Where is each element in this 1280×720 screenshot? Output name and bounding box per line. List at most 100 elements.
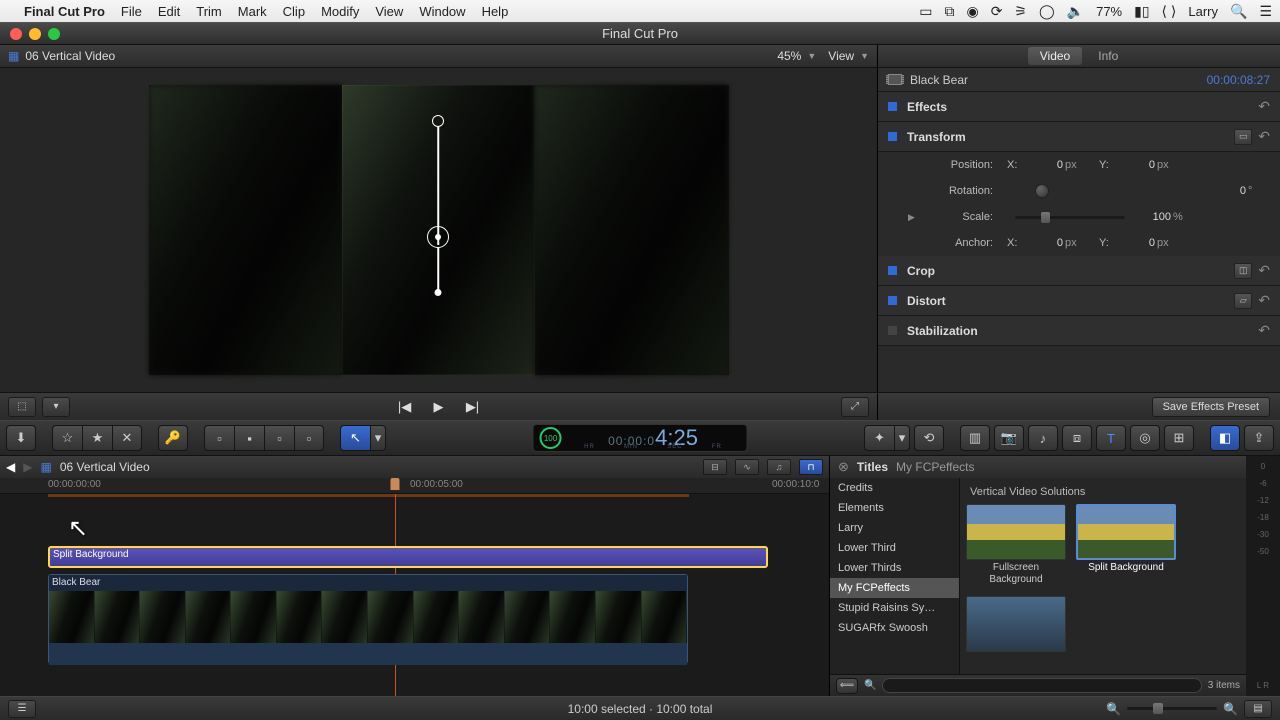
- bottom-handle-icon[interactable]: [435, 289, 442, 296]
- clip-appearance-button[interactable]: ▤: [1244, 700, 1272, 718]
- photos-browser-button[interactable]: 📷: [994, 425, 1024, 451]
- transform-onscreen-button[interactable]: ▭: [1234, 129, 1252, 145]
- menu-help[interactable]: Help: [482, 4, 509, 19]
- play-button[interactable]: ▶: [424, 396, 454, 418]
- insert-button[interactable]: ▪: [234, 425, 264, 451]
- user-name[interactable]: Larry: [1188, 4, 1218, 19]
- position-y-value[interactable]: 0: [1117, 159, 1155, 171]
- timecode-display[interactable]: 100 00:00:04:25 HR MIN SEC FR: [533, 424, 748, 452]
- menu-modify[interactable]: Modify: [321, 4, 359, 19]
- keyword-button[interactable]: 🔑: [158, 425, 188, 451]
- minimize-window-button[interactable]: [29, 28, 41, 40]
- generators-browser-button[interactable]: ◎: [1130, 425, 1160, 451]
- distort-enabled-icon[interactable]: [888, 296, 897, 305]
- timeline-body[interactable]: ↖ Split Background Black Bear: [0, 494, 829, 696]
- view-menu-label[interactable]: View: [828, 49, 854, 63]
- reset-icon[interactable]: ↶: [1258, 262, 1270, 279]
- disclosure-icon[interactable]: ▶: [908, 212, 918, 223]
- timeline-ruler[interactable]: 00:00:00:00 00:00:05:00 00:00:10:0: [0, 478, 829, 494]
- skimming-button[interactable]: ⊟: [703, 459, 727, 475]
- zoom-out-icon[interactable]: 🔍: [1106, 702, 1121, 716]
- zoom-window-button[interactable]: [48, 28, 60, 40]
- sidebar-item-credits[interactable]: Credits: [830, 478, 959, 498]
- close-window-button[interactable]: [10, 28, 22, 40]
- section-distort[interactable]: Distort ▱ ↶: [878, 286, 1280, 316]
- transform-caret-button[interactable]: ▾: [42, 397, 70, 417]
- distort-onscreen-button[interactable]: ▱: [1234, 293, 1252, 309]
- stabilization-enabled-icon[interactable]: [888, 326, 897, 335]
- rotation-dial[interactable]: [1035, 184, 1049, 198]
- thumb-extra[interactable]: [966, 596, 1066, 652]
- crop-enabled-icon[interactable]: [888, 266, 897, 275]
- reset-icon[interactable]: ↶: [1258, 322, 1270, 339]
- titles-browser-button[interactable]: T: [1096, 425, 1126, 451]
- thumb-fullscreen-background[interactable]: Fullscreen Background: [966, 504, 1066, 586]
- sidebar-item-my-fcpeffects[interactable]: My FCPeffects: [830, 578, 959, 598]
- sidebar-item-lower-thirds[interactable]: Lower Thirds: [830, 558, 959, 578]
- menu-icon[interactable]: ☰: [1259, 3, 1272, 20]
- anchor-y-value[interactable]: 0: [1117, 237, 1155, 249]
- anchor-x-value[interactable]: 0: [1025, 237, 1063, 249]
- evernote-icon[interactable]: ◉: [966, 3, 978, 20]
- fullscreen-button[interactable]: ⤢: [841, 397, 869, 417]
- nav-icon[interactable]: ⟨ ⟩: [1162, 3, 1177, 20]
- section-effects[interactable]: Effects ↶: [878, 92, 1280, 122]
- import-button[interactable]: ⬇: [6, 425, 36, 451]
- save-effects-preset-button[interactable]: Save Effects Preset: [1152, 397, 1270, 417]
- append-button[interactable]: ▫: [264, 425, 294, 451]
- menu-file[interactable]: File: [121, 4, 142, 19]
- viewer-canvas[interactable]: [0, 68, 877, 392]
- menu-view[interactable]: View: [375, 4, 403, 19]
- fav-off-button[interactable]: ☆: [52, 425, 82, 451]
- rotation-value[interactable]: 0: [1208, 185, 1246, 197]
- enhance-caret-button[interactable]: ▾: [894, 425, 910, 451]
- effects-enabled-icon[interactable]: [888, 102, 897, 111]
- reset-icon[interactable]: ↶: [1258, 292, 1270, 309]
- reject-button[interactable]: ✕: [112, 425, 142, 451]
- screen-icon[interactable]: ▭: [919, 3, 932, 20]
- browser-search-input[interactable]: [882, 678, 1201, 693]
- browser-back-button[interactable]: ⟸: [836, 678, 858, 694]
- enhance-button[interactable]: ✦: [864, 425, 894, 451]
- share-button[interactable]: ⇪: [1244, 425, 1274, 451]
- crop-onscreen-button[interactable]: ◫: [1234, 263, 1252, 279]
- anchor-handle-icon[interactable]: [427, 226, 449, 248]
- sidebar-item-stupid-raisins[interactable]: Stupid Raisins Sy…: [830, 598, 959, 618]
- thumb-split-background[interactable]: Split Background: [1076, 504, 1176, 586]
- menu-trim[interactable]: Trim: [196, 4, 222, 19]
- clip-split-background[interactable]: Split Background: [48, 546, 768, 568]
- sidebar-item-larry[interactable]: Larry: [830, 518, 959, 538]
- transform-enabled-icon[interactable]: [888, 132, 897, 141]
- prev-frame-button[interactable]: |◀: [390, 396, 420, 418]
- timeline-index-button[interactable]: ☰: [8, 700, 36, 718]
- app-name[interactable]: Final Cut Pro: [24, 4, 105, 19]
- wifi-icon[interactable]: ⚞: [1014, 3, 1027, 20]
- sidebar-item-sugarfx[interactable]: SUGARfx Swoosh: [830, 618, 959, 638]
- battery-icon[interactable]: ▮▯: [1134, 3, 1149, 20]
- effects-browser-button[interactable]: ▥: [960, 425, 990, 451]
- section-transform[interactable]: Transform ▭ ↶: [878, 122, 1280, 152]
- scale-slider[interactable]: [1015, 216, 1125, 219]
- audio-skim-button[interactable]: ∿: [735, 459, 759, 475]
- next-frame-button[interactable]: ▶|: [458, 396, 488, 418]
- music-browser-button[interactable]: ♪: [1028, 425, 1058, 451]
- reset-icon[interactable]: ↶: [1258, 128, 1270, 145]
- arrow-tool-button[interactable]: ↖: [340, 425, 370, 451]
- transitions-browser-button[interactable]: ⧈: [1062, 425, 1092, 451]
- scale-value[interactable]: 100: [1133, 211, 1171, 223]
- background-tasks-icon[interactable]: 100: [540, 427, 562, 449]
- sidebar-item-lower-third[interactable]: Lower Third: [830, 538, 959, 558]
- reset-icon[interactable]: ↶: [1258, 98, 1270, 115]
- viewer-zoom-value[interactable]: 45%: [777, 49, 801, 63]
- fav-on-button[interactable]: ★: [82, 425, 112, 451]
- dropbox-icon[interactable]: ⧉: [944, 3, 954, 20]
- tab-info[interactable]: Info: [1086, 47, 1130, 65]
- overwrite-button[interactable]: ▫: [294, 425, 324, 451]
- chat-icon[interactable]: ◯: [1039, 3, 1055, 20]
- viewer-center-panel[interactable]: [342, 85, 535, 375]
- connect-button[interactable]: ▫: [204, 425, 234, 451]
- timeline-back-icon[interactable]: ◀: [6, 460, 15, 474]
- position-x-value[interactable]: 0: [1025, 159, 1063, 171]
- solo-button[interactable]: ♫: [767, 459, 791, 475]
- themes-browser-button[interactable]: ⊞: [1164, 425, 1194, 451]
